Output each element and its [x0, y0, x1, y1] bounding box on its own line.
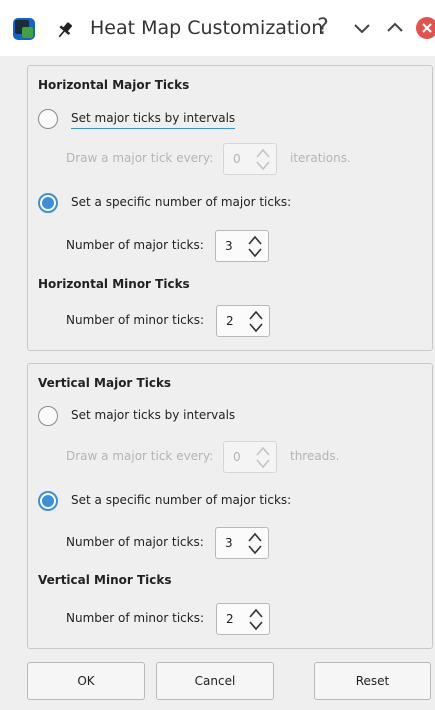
vertical-minor-count-label: Number of minor ticks: [66, 611, 204, 625]
spin-down-icon[interactable] [247, 620, 265, 632]
spin-down-icon [256, 459, 270, 469]
horizontal-minor-heading: Horizontal Minor Ticks [38, 277, 190, 291]
vertical-ticks-group: Vertical Major Ticks Set major ticks by … [27, 363, 433, 649]
cancel-button[interactable]: Cancel [156, 662, 274, 700]
horizontal-major-count-value: 3 [225, 239, 233, 253]
vertical-major-count-spinbox[interactable]: 3 [215, 527, 269, 559]
horizontal-count-radio[interactable] [38, 193, 58, 213]
title-bar: Heat Map Customization ? [0, 0, 435, 56]
vertical-count-label: Set a specific number of major ticks: [71, 493, 292, 507]
horizontal-major-heading: Horizontal Major Ticks [38, 78, 190, 92]
close-button[interactable] [416, 17, 435, 39]
vertical-major-count-value: 3 [225, 536, 233, 550]
spin-up-icon[interactable] [246, 234, 264, 246]
vertical-interval-spinbox: 0 [223, 441, 277, 473]
vertical-interval-radio[interactable] [38, 406, 58, 426]
spin-up-icon [256, 446, 270, 456]
spin-down-icon [256, 161, 270, 171]
vertical-minor-count-spinbox[interactable]: 2 [216, 603, 270, 635]
horizontal-major-count-spinbox[interactable]: 3 [215, 230, 269, 262]
reset-button[interactable]: Reset [314, 662, 431, 700]
vertical-interval-value: 0 [233, 450, 241, 464]
spin-up-icon[interactable] [247, 309, 265, 321]
spin-down-icon[interactable] [246, 247, 264, 259]
spin-down-icon[interactable] [246, 544, 264, 556]
horizontal-major-count-label: Number of major ticks: [66, 238, 204, 252]
spin-down-icon[interactable] [247, 322, 265, 334]
horizontal-interval-spinbox: 0 [223, 143, 277, 175]
horizontal-interval-suffix: iterations. [290, 151, 351, 165]
horizontal-interval-radio[interactable] [38, 109, 58, 129]
ok-button[interactable]: OK [27, 662, 145, 700]
vertical-major-count-label: Number of major ticks: [66, 535, 204, 549]
horizontal-count-label: Set a specific number of major ticks: [71, 195, 292, 209]
vertical-minor-heading: Vertical Minor Ticks [38, 573, 172, 587]
vertical-interval-suffix: threads. [290, 449, 340, 463]
close-icon [422, 23, 432, 33]
vertical-major-heading: Vertical Major Ticks [38, 376, 172, 390]
horizontal-interval-prefix: Draw a major tick every: [66, 151, 214, 165]
window-title: Heat Map Customization [90, 17, 324, 39]
chevron-down-icon[interactable] [350, 16, 374, 40]
horizontal-minor-count-spinbox[interactable]: 2 [216, 305, 270, 337]
horizontal-interval-value: 0 [233, 152, 241, 166]
vertical-interval-label: Set major ticks by intervals [71, 408, 236, 422]
spin-up-icon[interactable] [246, 531, 264, 543]
vertical-interval-prefix: Draw a major tick every: [66, 449, 214, 463]
horizontal-ticks-group: Horizontal Major Ticks Set major ticks b… [27, 65, 433, 351]
pin-icon[interactable] [55, 20, 75, 40]
spin-up-icon[interactable] [247, 607, 265, 619]
vertical-minor-count-value: 2 [226, 612, 234, 626]
chevron-up-icon[interactable] [383, 16, 407, 40]
vertical-count-radio[interactable] [38, 491, 58, 511]
horizontal-minor-count-label: Number of minor ticks: [66, 313, 204, 327]
horizontal-minor-count-value: 2 [226, 314, 234, 328]
horizontal-interval-label: Set major ticks by intervals [71, 111, 236, 129]
spin-up-icon [256, 148, 270, 158]
app-icon [13, 18, 35, 40]
help-button[interactable]: ? [312, 14, 334, 42]
